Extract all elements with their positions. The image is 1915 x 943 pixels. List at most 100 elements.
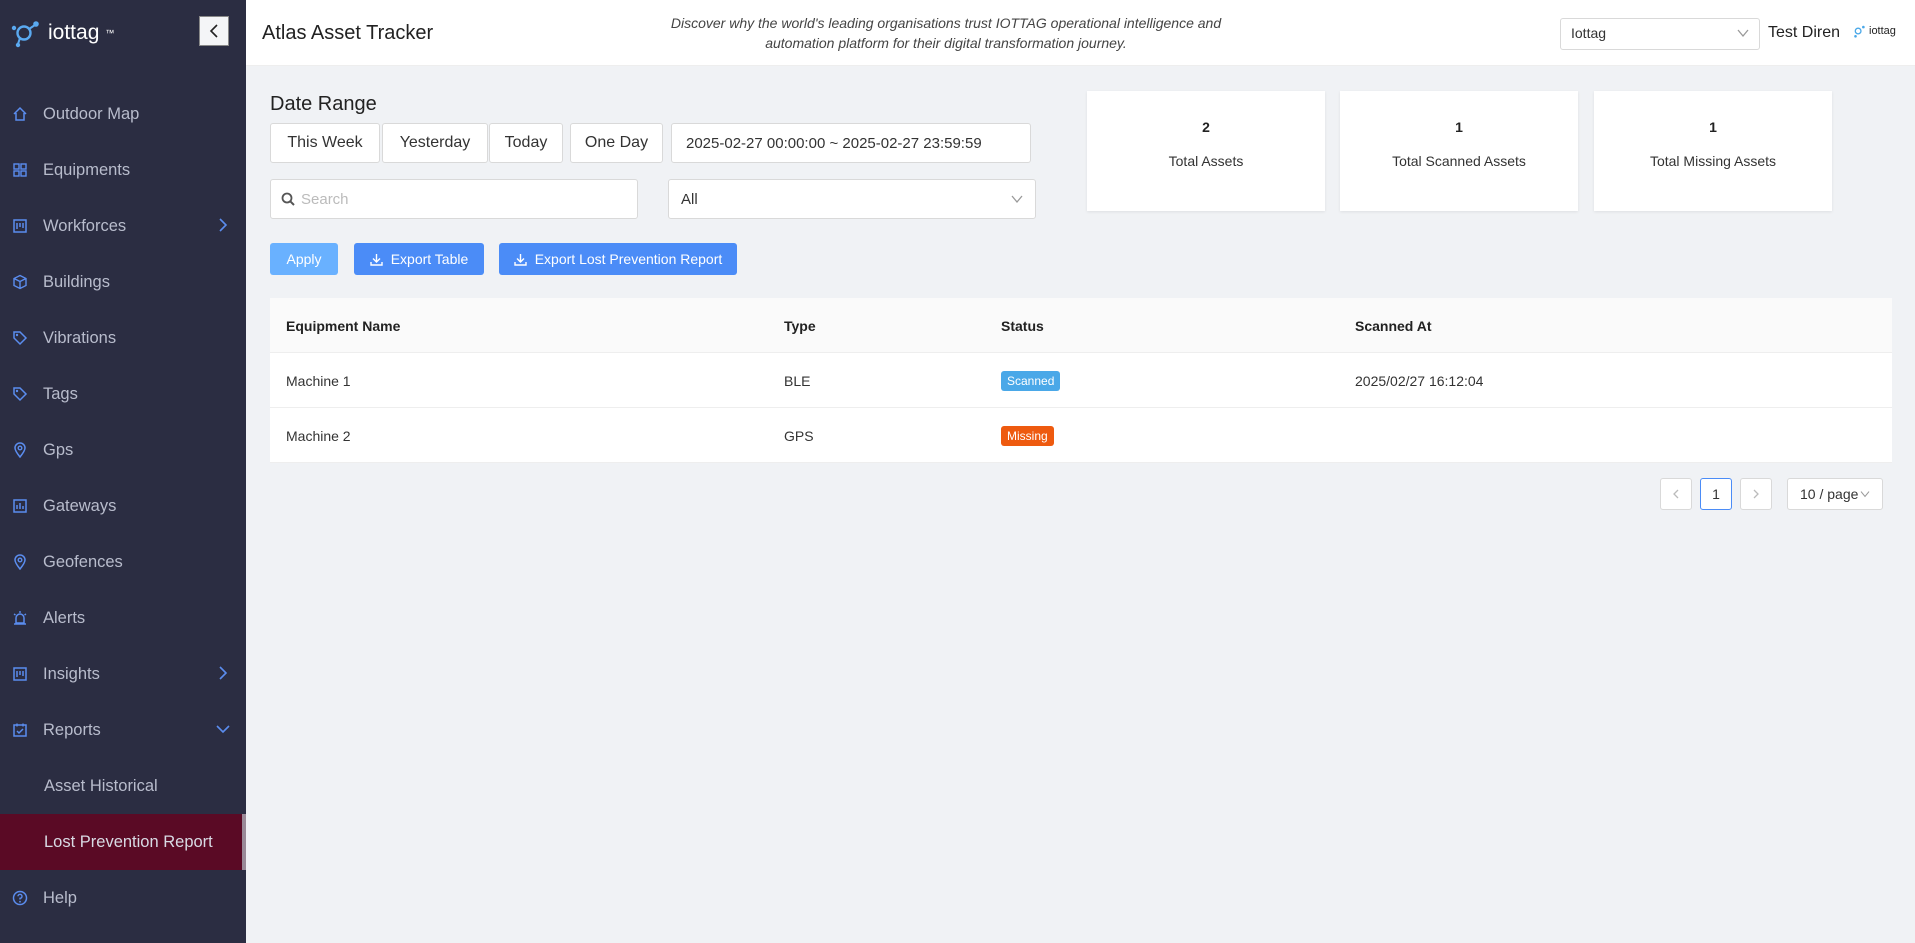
calendar-check-icon [12, 722, 28, 738]
total-missing-assets-card: 1 Total Missing Assets [1594, 91, 1832, 211]
column-header-scanned-at[interactable]: Scanned At [1355, 298, 1432, 353]
apply-button[interactable]: Apply [270, 243, 338, 275]
sidebar-item-label: Equipments [43, 160, 131, 179]
total-assets-label: Total Assets [1168, 153, 1244, 169]
app-logo[interactable]: iottag ™ [10, 18, 114, 48]
equipment-name-cell: Machine 2 [286, 427, 351, 444]
chevron-left-icon [209, 24, 218, 38]
tag-icon [12, 330, 28, 346]
this-week-button[interactable]: This Week [270, 123, 380, 163]
chevron-right-icon [1753, 489, 1759, 499]
header-logo-text: iottag [1869, 25, 1896, 37]
apply-label: Apply [286, 251, 322, 267]
sidebar-item-label: Reports [43, 720, 101, 739]
search-icon [281, 192, 295, 206]
sidebar-item-gps[interactable]: Gps [0, 422, 246, 478]
sidebar-item-geofences[interactable]: Geofences [0, 534, 246, 590]
sidebar-item-tags[interactable]: Tags [0, 366, 246, 422]
question-circle-icon [12, 890, 28, 906]
total-scanned-assets-card: 1 Total Scanned Assets [1340, 91, 1578, 211]
total-missing-value: 1 [1709, 119, 1717, 135]
page-1-button[interactable]: 1 [1700, 478, 1732, 510]
next-page-button[interactable] [1740, 478, 1772, 510]
assets-table: Equipment Name Type Status Scanned At Ma… [270, 298, 1892, 463]
chevron-down-icon [1860, 491, 1870, 498]
board-icon [12, 666, 28, 682]
chevron-left-icon [1673, 489, 1679, 499]
chevron-right-icon [216, 218, 230, 237]
iottag-logo-icon [1854, 25, 1865, 38]
previous-page-button[interactable] [1660, 478, 1692, 510]
sidebar-item-label: Lost Prevention Report [44, 832, 213, 851]
sidebar-nav: Outdoor Map Equipments Workforces Buildings… [0, 86, 246, 926]
sidebar-item-label: Tags [43, 384, 78, 403]
total-assets-card: 2 Total Assets [1087, 91, 1325, 211]
type-cell: GPS [784, 427, 814, 444]
export-table-button[interactable]: Export Table [354, 243, 484, 275]
total-assets-value: 2 [1202, 119, 1210, 135]
download-icon [514, 253, 527, 266]
cube-icon [12, 274, 28, 290]
sidebar-item-insights[interactable]: Insights [0, 646, 246, 702]
table-header: Equipment Name Type Status Scanned At [270, 298, 1892, 353]
location-pin-icon [12, 554, 28, 570]
sidebar-item-label: Asset Historical [44, 776, 158, 795]
page-size-value: 10 / page [1800, 486, 1859, 502]
sidebar-item-label: Gps [43, 440, 74, 459]
export-table-label: Export Table [390, 251, 469, 267]
home-icon [12, 106, 28, 122]
user-name[interactable]: Test Diren [1768, 24, 1840, 42]
chevron-right-icon [216, 666, 230, 685]
column-header-equipment-name[interactable]: Equipment Name [286, 298, 400, 353]
chevron-down-icon [1737, 29, 1749, 38]
sidebar-item-label: Vibrations [43, 328, 117, 347]
page-title: Atlas Asset Tracker [262, 22, 434, 44]
today-button[interactable]: Today [489, 123, 563, 163]
sidebar-item-workforces[interactable]: Workforces [0, 198, 246, 254]
sidebar-item-lost-prevention-report[interactable]: Lost Prevention Report [0, 814, 246, 870]
export-lost-prevention-report-button[interactable]: Export Lost Prevention Report [499, 243, 737, 275]
sidebar-item-gateways[interactable]: Gateways [0, 478, 246, 534]
column-header-status[interactable]: Status [1001, 298, 1044, 353]
search-input[interactable] [301, 190, 621, 208]
sidebar-item-label: Geofences [43, 552, 123, 571]
sidebar-item-asset-historical[interactable]: Asset Historical [0, 758, 246, 814]
organization-select[interactable]: Iottag [1560, 18, 1760, 50]
tagline: Discover why the world's leading organis… [670, 15, 1222, 51]
sidebar-item-label: Workforces [43, 216, 127, 235]
sidebar-item-reports[interactable]: Reports [0, 702, 246, 758]
board-icon [12, 218, 28, 234]
sidebar-header: iottag ™ [0, 0, 246, 66]
equipment-name-cell: Machine 1 [286, 372, 351, 389]
total-scanned-label: Total Scanned Assets [1392, 153, 1526, 169]
top-bar: Atlas Asset Tracker Discover why the wor… [246, 0, 1915, 66]
type-cell: BLE [784, 372, 811, 389]
column-header-type[interactable]: Type [784, 298, 816, 353]
sidebar-item-buildings[interactable]: Buildings [0, 254, 246, 310]
sidebar-item-alerts[interactable]: Alerts [0, 590, 246, 646]
status-filter-select[interactable]: All [668, 179, 1036, 219]
one-day-button[interactable]: One Day [570, 123, 663, 163]
chart-icon [12, 498, 28, 514]
scanned-at-cell: 2025/02/27 16:12:04 [1355, 372, 1484, 389]
date-range-picker[interactable]: 2025-02-27 00:00:00 ~ 2025-02-27 23:59:5… [671, 123, 1031, 163]
sidebar-item-label: Help [43, 888, 77, 907]
sidebar-item-vibrations[interactable]: Vibrations [0, 310, 246, 366]
trademark: ™ [105, 28, 115, 38]
search-field[interactable] [270, 179, 638, 219]
sidebar-item-outdoor-map[interactable]: Outdoor Map [0, 86, 246, 142]
sidebar-item-help[interactable]: Help [0, 870, 246, 926]
page-size-select[interactable]: 10 / page [1787, 478, 1883, 510]
iottag-logo-icon [11, 21, 39, 48]
table-row[interactable]: Machine 2 GPS Missing [270, 408, 1892, 463]
sidebar-item-label: Alerts [43, 608, 86, 627]
collapse-sidebar-button[interactable] [199, 16, 229, 46]
table-row[interactable]: Machine 1 BLE Scanned 2025/02/27 16:12:0… [270, 353, 1892, 408]
status-badge: Scanned [1001, 370, 1061, 391]
chevron-down-icon [216, 722, 230, 741]
yesterday-button[interactable]: Yesterday [382, 123, 488, 163]
status-cell: Missing [1001, 408, 1054, 463]
organization-select-value: Iottag [1571, 25, 1607, 41]
alarm-icon [12, 610, 28, 626]
sidebar-item-equipments[interactable]: Equipments [0, 142, 246, 198]
